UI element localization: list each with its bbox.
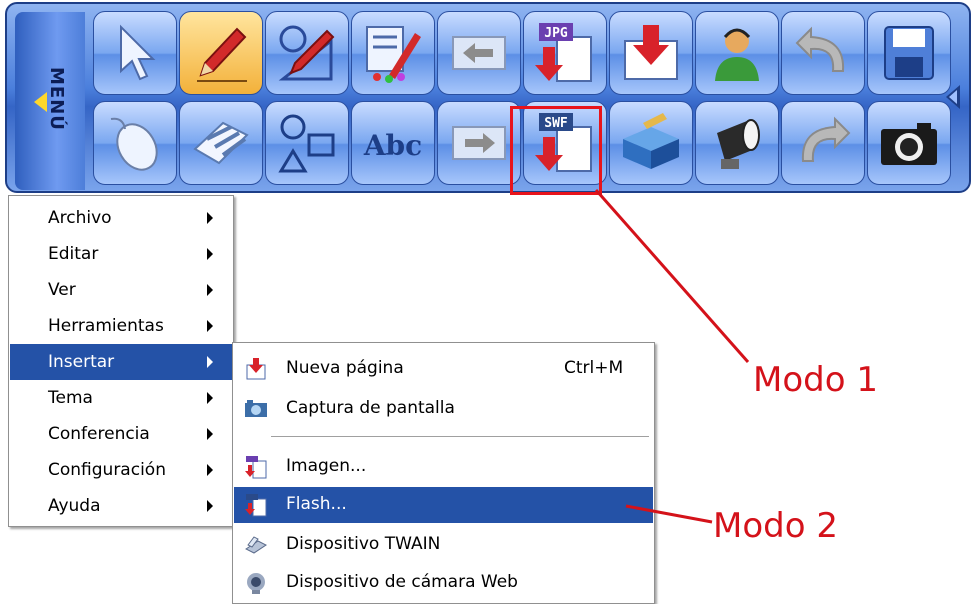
scanner-icon	[245, 536, 267, 554]
submenu-arrow-icon	[207, 392, 213, 404]
redo-icon	[801, 116, 851, 162]
menu-item-label: Herramientas	[48, 316, 164, 336]
save-icon	[884, 26, 934, 80]
menu-item-configuracion[interactable]: Configuración	[10, 452, 232, 488]
shortcut-label: Ctrl+M	[564, 358, 624, 378]
save-button[interactable]	[867, 11, 951, 95]
menu-item-label: Tema	[48, 388, 93, 408]
mouse-icon	[110, 117, 158, 171]
pen-icon	[197, 27, 247, 82]
submenu-item-flash[interactable]: Flash...	[234, 487, 653, 523]
menu-item-label: Ver	[48, 280, 76, 300]
submenu-arrow-icon	[207, 284, 213, 296]
toolbox-button[interactable]	[609, 101, 693, 185]
menu-item-label: Archivo	[48, 208, 112, 228]
submenu-arrow-icon	[207, 356, 213, 368]
menu-item-insertar[interactable]: Insertar	[10, 344, 232, 380]
menu-item-label: Configuración	[48, 460, 166, 480]
properties-icon	[366, 26, 421, 83]
new-page-icon	[624, 25, 678, 80]
menu-tab-label: MENÚ	[46, 67, 67, 131]
menu-item-ayuda[interactable]: Ayuda	[10, 488, 232, 524]
properties-tool-button[interactable]	[351, 11, 435, 95]
shapes-pen-icon	[278, 25, 335, 81]
text-icon: Abc	[363, 129, 422, 162]
menu-item-ver[interactable]: Ver	[10, 272, 232, 308]
toolbox-icon	[623, 113, 679, 169]
submenu-item-captura[interactable]: Captura de pantalla	[234, 391, 653, 427]
menu-item-tema[interactable]: Tema	[10, 380, 232, 416]
pen-tool-button[interactable]	[179, 11, 263, 95]
shapes-button[interactable]	[265, 101, 349, 185]
submenu-separator	[271, 436, 649, 437]
mode1-annotation: Modo 1	[753, 360, 878, 400]
image-insert-icon	[245, 456, 267, 479]
text-tool-label: Abc	[363, 129, 422, 162]
jpg-insert-icon: JPG	[535, 23, 592, 82]
submenu-item-webcam[interactable]: Dispositivo de cámara Web	[234, 565, 653, 601]
forward-page-button[interactable]	[437, 101, 521, 185]
submenu-arrow-icon	[207, 500, 213, 512]
menu-item-label: Insertar	[48, 352, 115, 372]
submenu-item-label: Imagen...	[286, 456, 367, 476]
submenu-item-label: Dispositivo TWAIN	[286, 534, 441, 554]
conference-button[interactable]	[695, 11, 779, 95]
undo-icon	[795, 26, 845, 72]
back-page-button[interactable]	[437, 11, 521, 95]
submenu-arrow-icon	[207, 248, 213, 260]
mouse-mode-button[interactable]	[93, 101, 177, 185]
camera-icon	[881, 123, 937, 165]
menu-tab-button[interactable]: MENÚ	[15, 12, 85, 190]
spotlight-button[interactable]	[695, 101, 779, 185]
submenu-item-twain[interactable]: Dispositivo TWAIN	[234, 527, 653, 563]
main-menu: Archivo Editar Ver Herramientas Insertar…	[8, 195, 234, 527]
redo-button[interactable]	[781, 101, 865, 185]
submenu-arrow-icon	[207, 464, 213, 476]
pointer-icon	[120, 24, 156, 81]
submenu-item-label: Nueva página	[286, 358, 404, 378]
undo-button[interactable]	[781, 11, 865, 95]
shapes-icon	[278, 114, 335, 173]
eraser-icon	[193, 121, 249, 165]
insertar-submenu: Nueva página Ctrl+M Captura de pantalla …	[232, 342, 655, 604]
screenshot-icon	[245, 400, 267, 417]
submenu-item-label: Dispositivo de cámara Web	[286, 572, 518, 592]
screen: MENÚ JPG Abc SWF Archivo Editar Ver Herr…	[0, 0, 971, 604]
submenu-arrow-icon	[207, 428, 213, 440]
mode2-annotation: Modo 2	[713, 506, 838, 546]
text-tool-button[interactable]: Abc	[351, 101, 435, 185]
conference-user-icon	[715, 28, 759, 81]
toolbar-collapse-arrow-inner	[949, 90, 957, 104]
pointer-tool-button[interactable]	[93, 11, 177, 95]
submenu-item-label: Captura de pantalla	[286, 398, 455, 418]
new-page-icon	[246, 358, 266, 380]
forward-arrow-icon	[452, 126, 506, 160]
spotlight-icon	[717, 119, 760, 169]
flash-insert-icon	[245, 494, 267, 517]
swf-button-highlight-box	[510, 106, 602, 195]
screenshot-camera-button[interactable]	[867, 101, 951, 185]
menu-item-label: Ayuda	[48, 496, 101, 516]
menu-item-conferencia[interactable]: Conferencia	[10, 416, 232, 452]
eraser-button[interactable]	[179, 101, 263, 185]
submenu-arrow-icon	[207, 212, 213, 224]
back-arrow-icon	[452, 36, 506, 70]
menu-item-herramientas[interactable]: Herramientas	[10, 308, 232, 344]
menu-item-label: Conferencia	[48, 424, 150, 444]
shapes-pen-tool-button[interactable]	[265, 11, 349, 95]
submenu-item-imagen[interactable]: Imagen...	[234, 449, 653, 485]
menu-item-label: Editar	[48, 244, 99, 264]
jpg-badge-text: JPG	[544, 26, 568, 41]
submenu-item-label: Flash...	[286, 494, 347, 514]
menu-item-editar[interactable]: Editar	[10, 236, 232, 272]
new-page-button[interactable]	[609, 11, 693, 95]
menu-item-archivo[interactable]: Archivo	[10, 200, 232, 236]
mode1-pointer-line	[594, 189, 750, 363]
webcam-icon	[247, 573, 265, 594]
submenu-arrow-icon	[207, 320, 213, 332]
insert-jpg-button[interactable]: JPG	[523, 11, 607, 95]
submenu-item-nueva-pagina[interactable]: Nueva página Ctrl+M	[234, 351, 653, 387]
